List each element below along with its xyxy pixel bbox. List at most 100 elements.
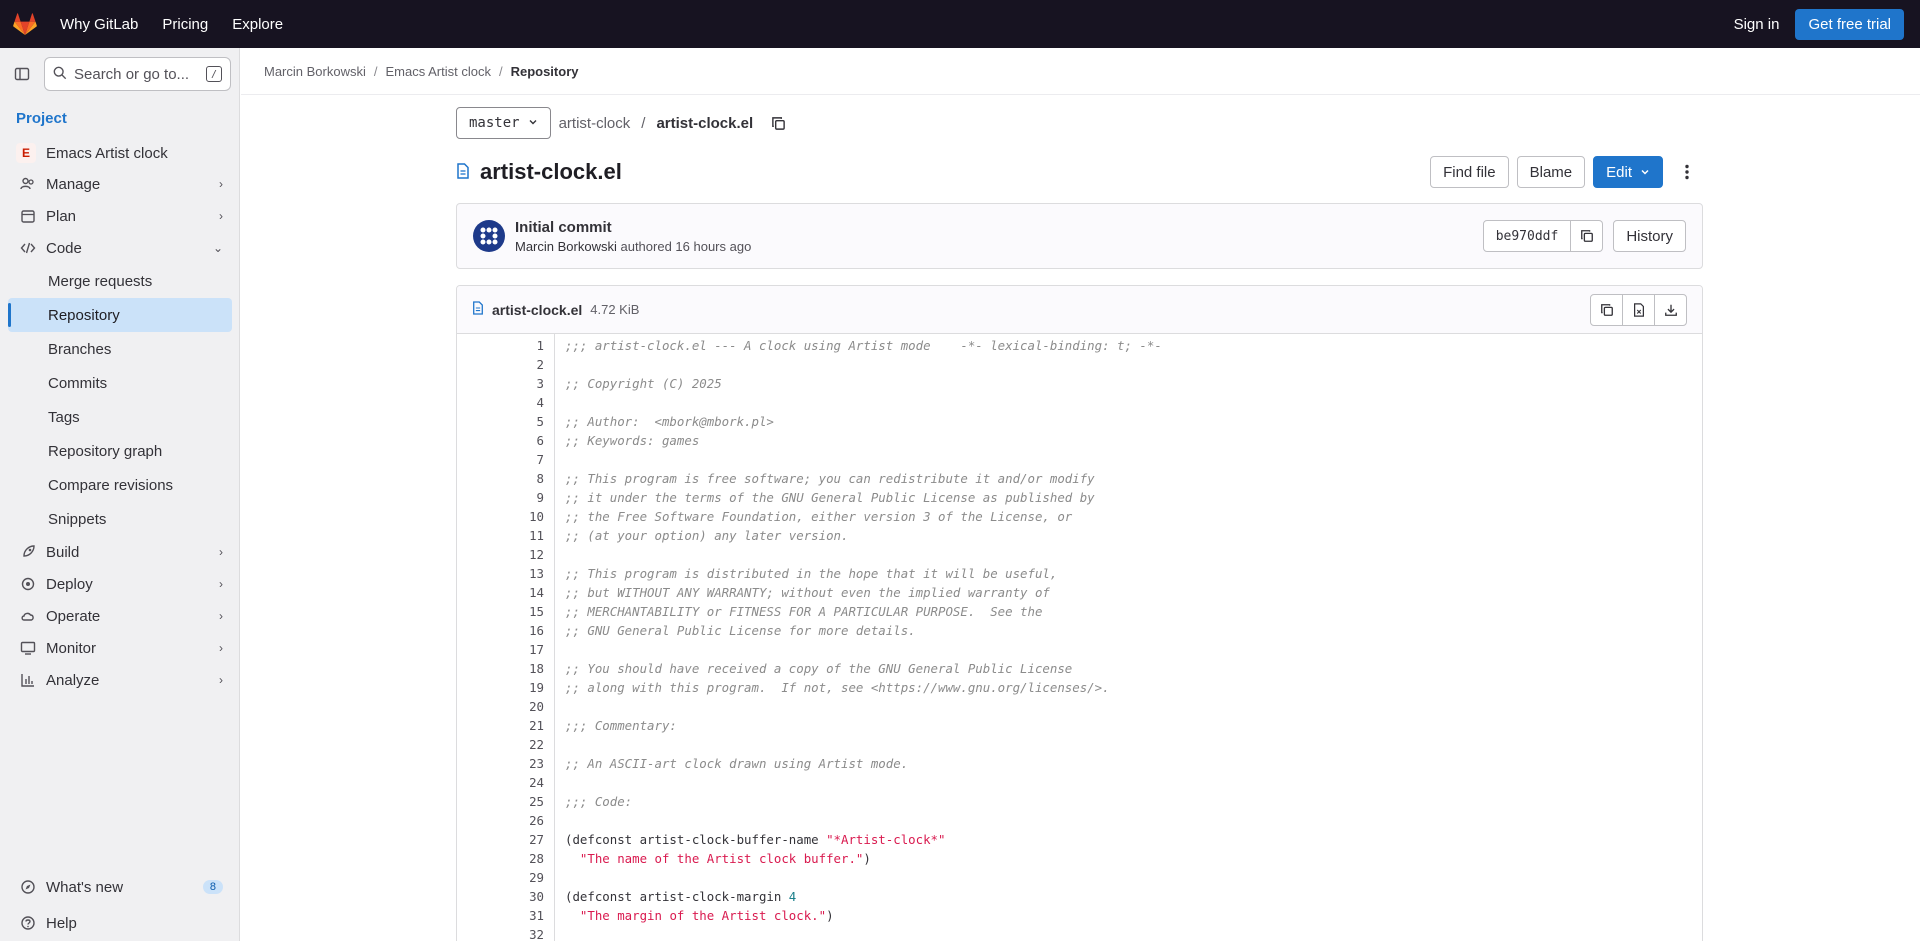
whats-new-label: What's new: [46, 878, 124, 896]
sidebar-item-deploy[interactable]: Deploy ›: [0, 568, 239, 600]
sidebar-item-plan[interactable]: Plan ›: [0, 200, 239, 232]
sidebar-item-analyze[interactable]: Analyze ›: [0, 664, 239, 696]
branch-selector[interactable]: master: [456, 107, 551, 139]
sidebar-item-manage[interactable]: Manage ›: [0, 168, 239, 200]
line-number[interactable]: 24: [457, 773, 544, 792]
line-number[interactable]: 18: [457, 659, 544, 678]
commit-title[interactable]: Initial commit: [515, 219, 751, 236]
top-bar: Why GitLab Pricing Explore Sign in Get f…: [0, 0, 1920, 48]
help-label: Help: [46, 914, 77, 932]
line-number[interactable]: 1: [457, 336, 544, 355]
line-number[interactable]: 28: [457, 849, 544, 868]
search-shortcut-hint: /: [206, 66, 222, 82]
edit-button[interactable]: Edit: [1593, 156, 1663, 188]
rocket-icon: [20, 544, 36, 560]
code-line: "The margin of the Artist clock."): [579, 908, 834, 923]
line-number[interactable]: 13: [457, 564, 544, 583]
commit-author[interactable]: Marcin Borkowski: [515, 239, 617, 254]
path-directory-link[interactable]: artist-clock: [559, 115, 631, 132]
nav-explore[interactable]: Explore: [232, 16, 283, 33]
whats-new-button[interactable]: What's new 8: [0, 869, 239, 905]
nav-pricing[interactable]: Pricing: [162, 16, 208, 33]
gitlab-logo-icon[interactable]: [13, 12, 37, 36]
last-commit-panel: Initial commit Marcin Borkowski authored…: [456, 203, 1703, 269]
line-number[interactable]: 10: [457, 507, 544, 526]
sidebar-item-snippets[interactable]: Snippets: [0, 502, 231, 536]
sidebar-item-repository[interactable]: Repository: [8, 298, 232, 332]
code-line: ;; This program is free software; you ca…: [565, 471, 1095, 486]
search-input[interactable]: Search or go to... /: [44, 57, 231, 91]
line-number[interactable]: 9: [457, 488, 544, 507]
line-number[interactable]: 31: [457, 906, 544, 925]
line-number[interactable]: 29: [457, 868, 544, 887]
breadcrumb-project[interactable]: Emacs Artist clock: [385, 64, 490, 79]
sidebar-item-commits[interactable]: Commits: [0, 366, 231, 400]
sign-in-link[interactable]: Sign in: [1734, 16, 1780, 33]
help-button[interactable]: Help: [0, 905, 239, 941]
line-number[interactable]: 25: [457, 792, 544, 811]
sidebar-item-label: Manage: [46, 175, 101, 193]
line-number[interactable]: 8: [457, 469, 544, 488]
main-content: master artist-clock / artist-clock.el ar…: [456, 95, 1703, 941]
line-number[interactable]: 6: [457, 431, 544, 450]
breadcrumb-owner[interactable]: Marcin Borkowski: [264, 64, 366, 79]
find-file-button[interactable]: Find file: [1430, 156, 1509, 188]
chevron-down-icon: ⌄: [212, 241, 223, 255]
sidebar-item-code[interactable]: Code ⌄: [0, 232, 239, 264]
get-free-trial-button[interactable]: Get free trial: [1795, 8, 1904, 40]
sidebar-item-compare-revisions[interactable]: Compare revisions: [0, 468, 231, 502]
line-number[interactable]: 12: [457, 545, 544, 564]
open-raw-icon[interactable]: [1622, 293, 1655, 326]
breadcrumb-current[interactable]: Repository: [511, 64, 579, 79]
history-button[interactable]: History: [1613, 220, 1686, 252]
line-number[interactable]: 27: [457, 830, 544, 849]
sidebar-item-repository-graph[interactable]: Repository graph: [0, 434, 231, 468]
line-number[interactable]: 26: [457, 811, 544, 830]
users-icon: [20, 176, 36, 192]
sidebar-item-build[interactable]: Build ›: [0, 536, 239, 568]
line-number[interactable]: 30: [457, 887, 544, 906]
commit-sha[interactable]: be970ddf: [1482, 220, 1572, 252]
avatar[interactable]: [473, 220, 505, 252]
copy-path-icon[interactable]: [771, 116, 786, 131]
sidebar-item-tags[interactable]: Tags: [0, 400, 231, 434]
copy-contents-icon[interactable]: [1590, 293, 1623, 326]
sidebar-item-monitor[interactable]: Monitor ›: [0, 632, 239, 664]
download-icon[interactable]: [1654, 293, 1687, 326]
line-number[interactable]: 20: [457, 697, 544, 716]
file-header: artist-clock.el 4.72 KiB: [457, 286, 1702, 334]
code-line: ;; along with this program. If not, see …: [565, 680, 1110, 695]
file-path-row: master artist-clock / artist-clock.el: [456, 95, 1703, 151]
line-number[interactable]: 23: [457, 754, 544, 773]
line-number[interactable]: 14: [457, 583, 544, 602]
sidebar-item-operate[interactable]: Operate ›: [0, 600, 239, 632]
line-number[interactable]: 16: [457, 621, 544, 640]
line-number[interactable]: 4: [457, 393, 544, 412]
code-line: ;; Copyright (C) 2025: [565, 376, 722, 391]
search-icon: [53, 66, 67, 83]
line-number[interactable]: 5: [457, 412, 544, 431]
line-number[interactable]: 32: [457, 925, 544, 941]
line-number[interactable]: 22: [457, 735, 544, 754]
line-number[interactable]: 17: [457, 640, 544, 659]
line-number[interactable]: 19: [457, 678, 544, 697]
commit-meta: Marcin Borkowski authored 16 hours ago: [515, 239, 751, 254]
line-number[interactable]: 21: [457, 716, 544, 735]
sidebar-toggle-icon[interactable]: [8, 60, 36, 88]
line-number[interactable]: 7: [457, 450, 544, 469]
sidebar-item-branches[interactable]: Branches: [0, 332, 231, 366]
sidebar-item-label: Build: [46, 543, 80, 561]
sidebar-project-link[interactable]: E Emacs Artist clock: [0, 138, 239, 168]
copy-sha-icon[interactable]: [1571, 220, 1604, 252]
line-number[interactable]: 11: [457, 526, 544, 545]
nav-why-gitlab[interactable]: Why GitLab: [60, 16, 138, 33]
sidebar-item-merge-requests[interactable]: Merge requests: [0, 264, 231, 298]
more-actions-icon[interactable]: [1671, 156, 1703, 188]
breadcrumb-separator: /: [373, 63, 378, 79]
line-number[interactable]: 3: [457, 374, 544, 393]
line-number[interactable]: 2: [457, 355, 544, 374]
blame-button[interactable]: Blame: [1516, 156, 1586, 188]
line-number[interactable]: 15: [457, 602, 544, 621]
